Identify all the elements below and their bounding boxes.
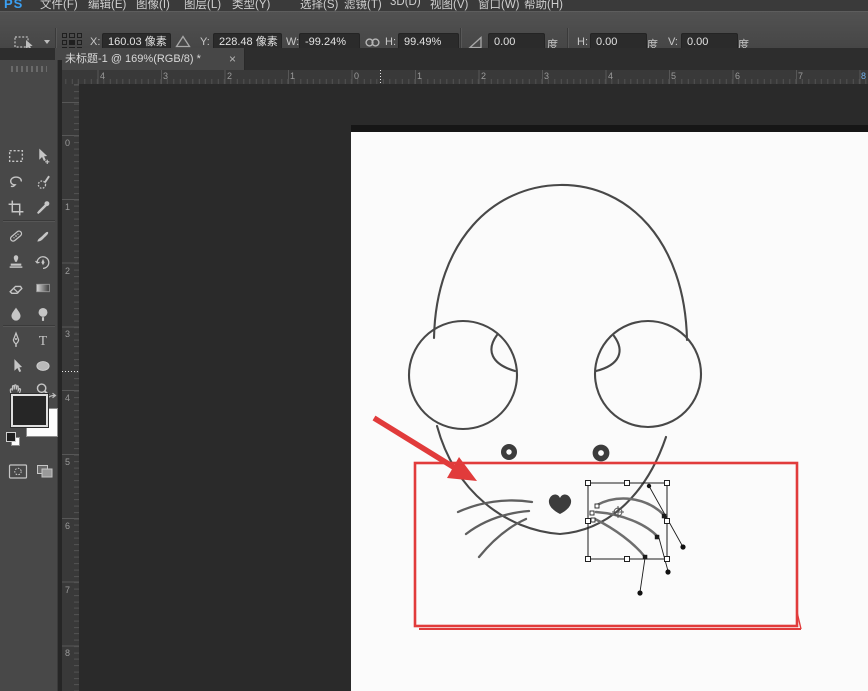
photoshop-window: { "window": { "logo": "PS" }, "menu": { …	[0, 0, 868, 691]
panel-divider	[58, 60, 62, 691]
menu-help[interactable]: 帮助(H)	[524, 0, 563, 11]
foreground-color-swatch[interactable]	[11, 394, 48, 427]
eyedropper-tool[interactable]	[31, 196, 55, 220]
eraser-tool[interactable]	[4, 276, 28, 300]
mouse-left-ear	[409, 321, 517, 429]
horizontal-ruler[interactable]: 4 3 2 1 0 1 2 3 4 5 6 7 8	[62, 70, 868, 85]
type-tool[interactable]: T	[31, 328, 55, 352]
mouse-left-whiskers	[458, 500, 532, 557]
ps-logo: PS	[4, 0, 23, 11]
path-anchor-point[interactable]	[637, 590, 642, 595]
crop-tool[interactable]	[4, 196, 28, 220]
menu-type[interactable]: 类型(Y)	[232, 0, 270, 11]
spot-healing-brush-tool[interactable]	[4, 224, 28, 248]
canvas-image	[351, 125, 868, 691]
menu-window[interactable]: 窗口(W)	[478, 0, 520, 11]
link-dimensions-icon[interactable]	[364, 37, 381, 48]
quick-selection-tool[interactable]	[31, 170, 55, 194]
menu-select[interactable]: 选择(S)	[300, 0, 338, 11]
menu-image[interactable]: 图像(I)	[136, 0, 170, 11]
menu-3d[interactable]: 3D(D)	[390, 0, 421, 8]
menu-file[interactable]: 文件(F)	[40, 0, 78, 11]
menu-edit[interactable]: 编辑(E)	[88, 0, 126, 11]
divider	[3, 220, 55, 221]
brush-tool[interactable]	[31, 224, 55, 248]
transform-controls	[586, 481, 686, 596]
ruler-cursor-indicator	[380, 70, 381, 84]
ruler-cursor-indicator	[62, 371, 79, 372]
relative-position-icon[interactable]	[175, 35, 191, 48]
path-anchor-point[interactable]	[665, 569, 670, 574]
path-anchor-point[interactable]	[680, 544, 685, 549]
x-label: X:	[90, 36, 100, 48]
move-tool[interactable]	[31, 144, 55, 168]
path-anchor-point[interactable]	[647, 484, 651, 488]
menu-layer[interactable]: 图层(L)	[184, 0, 221, 11]
document-tab[interactable]: 未标题-1 @ 169%(RGB/8) * ×	[55, 48, 245, 70]
rectangular-marquee-tool[interactable]	[4, 144, 28, 168]
chevron-down-icon	[44, 40, 50, 44]
skew-h-label: H:	[577, 36, 588, 48]
screen-mode-button[interactable]	[33, 460, 57, 484]
clone-stamp-tool[interactable]	[4, 250, 28, 274]
gradient-tool[interactable]	[31, 276, 55, 300]
annotation-arrow	[374, 418, 477, 481]
document-tab-bar: 未标题-1 @ 169%(RGB/8) * ×	[0, 48, 868, 71]
w-label: W:	[286, 36, 299, 48]
document-tab-title: 未标题-1 @ 169%(RGB/8) *	[65, 53, 201, 65]
quick-mask-button[interactable]	[6, 460, 30, 484]
dodge-tool[interactable]	[31, 302, 55, 326]
menu-view[interactable]: 视图(V)	[430, 0, 468, 11]
mouse-drawing	[409, 185, 701, 534]
h-label: H:	[385, 36, 396, 48]
annotation-box	[415, 463, 801, 629]
svg-text:T: T	[39, 333, 48, 348]
lasso-tool[interactable]	[4, 170, 28, 194]
pen-tool[interactable]	[4, 328, 28, 352]
cursor-position-label: 8	[861, 71, 866, 81]
default-colors-icon[interactable]	[5, 432, 21, 446]
skew-v-label: V:	[668, 36, 678, 48]
menu-filter[interactable]: 滤镜(T)	[344, 0, 382, 11]
close-icon[interactable]: ×	[229, 48, 236, 70]
ellipse-shape-tool[interactable]	[31, 354, 55, 378]
path-selection-tool[interactable]	[4, 354, 28, 378]
image-top-strip	[351, 125, 868, 132]
canvas[interactable]	[351, 125, 868, 691]
options-bar: X: 160.03 像素 Y: 228.48 像素 W: -99.24% H: …	[0, 11, 868, 49]
blur-tool[interactable]	[4, 302, 28, 326]
mouse-right-whiskers	[595, 499, 664, 557]
menu-bar: PS 文件(F) 编辑(E) 图像(I) 图层(L) 类型(Y) 选择(S) 滤…	[0, 0, 868, 11]
mouse-nose	[549, 494, 571, 514]
history-brush-tool[interactable]	[31, 250, 55, 274]
y-label: Y:	[200, 36, 210, 48]
tools-panel: T	[0, 60, 58, 691]
mouse-right-ear	[595, 321, 701, 427]
vertical-ruler[interactable]: 0 1 2 3 4 5 6 7 8	[62, 84, 80, 691]
divider	[3, 325, 55, 326]
mouse-head-outline	[434, 185, 687, 340]
mouse-eyes	[501, 444, 609, 461]
panel-grip[interactable]	[11, 66, 47, 72]
